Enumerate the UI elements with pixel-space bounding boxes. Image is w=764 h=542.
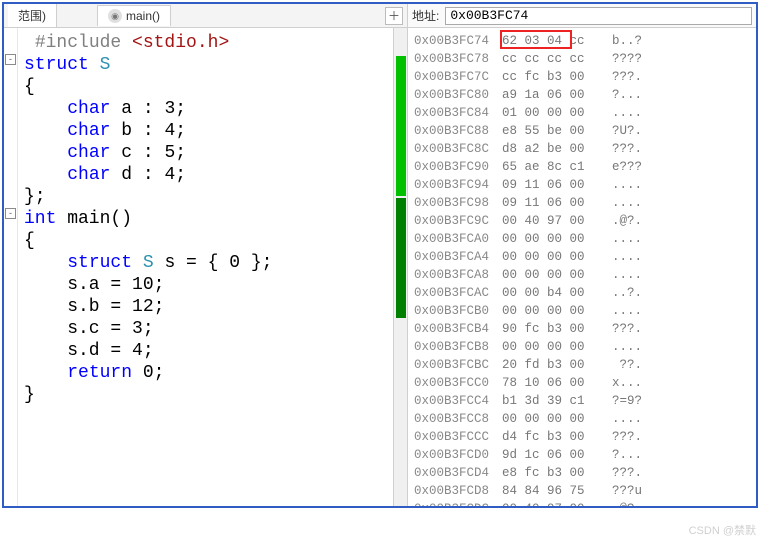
memory-panel: 地址: 0x00B3FC7462 03 04 ccb..?0x00B3FC78c…	[408, 4, 756, 506]
memory-row: 0x00B3FC7462 03 04 ccb..?	[414, 32, 754, 50]
code-line: char a : 3;	[24, 98, 387, 120]
code-line: s.a = 10;	[24, 274, 387, 296]
pin-icon: ◉	[108, 9, 122, 23]
memory-row: 0x00B3FC88e8 55 be 00?U?.	[414, 122, 754, 140]
address-input[interactable]	[445, 7, 752, 25]
code-line: struct S	[24, 54, 387, 76]
code-line: char c : 5;	[24, 142, 387, 164]
code-line: {	[24, 76, 387, 98]
code-line: };	[24, 186, 387, 208]
code-tab-bar: 范围) ◉ main() ＋	[4, 4, 407, 28]
memory-row: 0x00B3FC78cc cc cc cc????	[414, 50, 754, 68]
memory-row: 0x00B3FCA800 00 00 00....	[414, 266, 754, 284]
plus-icon: ＋	[388, 7, 400, 24]
code-line: s.d = 4;	[24, 340, 387, 362]
memory-row: 0x00B3FC8401 00 00 00....	[414, 104, 754, 122]
code-line: struct S s = { 0 };	[24, 252, 387, 274]
memory-row: 0x00B3FC8Cd8 a2 be 00???.	[414, 140, 754, 158]
scroll-mark	[396, 56, 406, 196]
memory-row: 0x00B3FCB490 fc b3 00???.	[414, 320, 754, 338]
code-line: }	[24, 384, 387, 406]
code-line: char b : 4;	[24, 120, 387, 142]
address-label: 地址:	[412, 7, 439, 24]
function-tab-label: main()	[126, 9, 160, 23]
memory-row: 0x00B3FCD4e8 fc b3 00???.	[414, 464, 754, 482]
memory-row: 0x00B3FCC078 10 06 00x...	[414, 374, 754, 392]
memory-row: 0x00B3FC9065 ae 8c c1e???	[414, 158, 754, 176]
memory-row: 0x00B3FCD884 84 96 75???u	[414, 482, 754, 500]
memory-row: 0x00B3FCA000 00 00 00....	[414, 230, 754, 248]
memory-row: 0x00B3FCB800 00 00 00....	[414, 338, 754, 356]
memory-row: 0x00B3FC80a9 1a 06 00?...	[414, 86, 754, 104]
code-line: #include <stdio.h>	[24, 32, 387, 54]
memory-view[interactable]: 0x00B3FC7462 03 04 ccb..?0x00B3FC78cc cc…	[408, 28, 756, 506]
memory-row: 0x00B3FC7Ccc fc b3 00???.	[414, 68, 754, 86]
fold-toggle[interactable]: -	[5, 208, 16, 219]
address-bar: 地址:	[408, 4, 756, 28]
memory-row: 0x00B3FC9C00 40 97 00.@?.	[414, 212, 754, 230]
function-tab[interactable]: ◉ main()	[97, 5, 171, 26]
code-line: char d : 4;	[24, 164, 387, 186]
code-line: s.c = 3;	[24, 318, 387, 340]
code-line: int main()	[24, 208, 387, 230]
fold-toggle[interactable]: -	[5, 54, 16, 65]
add-button[interactable]: ＋	[385, 7, 403, 25]
memory-row: 0x00B3FCDC00 40 97 00.@?.	[414, 500, 754, 506]
fold-gutter: --	[4, 28, 18, 506]
memory-row: 0x00B3FCA400 00 00 00....	[414, 248, 754, 266]
memory-row: 0x00B3FC9809 11 06 00....	[414, 194, 754, 212]
memory-row: 0x00B3FC9409 11 06 00....	[414, 176, 754, 194]
memory-row: 0x00B3FCB000 00 00 00....	[414, 302, 754, 320]
memory-row: 0x00B3FCD09d 1c 06 00?...	[414, 446, 754, 464]
memory-row: 0x00B3FCCCd4 fc b3 00???.	[414, 428, 754, 446]
code-editor[interactable]: -- #include <stdio.h>struct S{ char a : …	[4, 28, 407, 506]
overview-ruler[interactable]	[393, 28, 407, 506]
code-line: s.b = 12;	[24, 296, 387, 318]
code-panel: 范围) ◉ main() ＋ -- #include <stdio.h>stru…	[4, 4, 408, 506]
memory-row: 0x00B3FCAC00 00 b4 00..?.	[414, 284, 754, 302]
memory-row: 0x00B3FCBC20 fd b3 00 ??.	[414, 356, 754, 374]
code-line: return 0;	[24, 362, 387, 384]
memory-row: 0x00B3FCC800 00 00 00....	[414, 410, 754, 428]
watermark: CSDN @禁默	[689, 522, 756, 538]
memory-row: 0x00B3FCC4b1 3d 39 c1?=9?	[414, 392, 754, 410]
code-line: {	[24, 230, 387, 252]
code-content[interactable]: #include <stdio.h>struct S{ char a : 3; …	[18, 28, 393, 506]
scroll-mark	[396, 198, 406, 318]
scope-tab[interactable]: 范围)	[8, 4, 57, 27]
